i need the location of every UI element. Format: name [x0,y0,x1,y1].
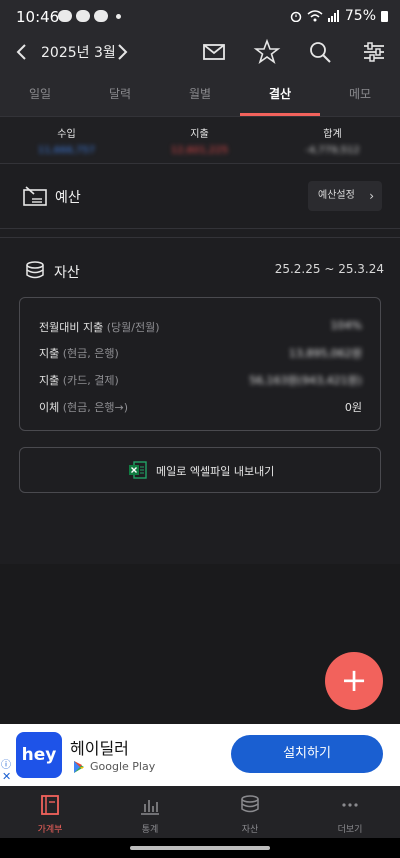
nav-assets-label: 자산 [241,825,259,835]
nav-stats[interactable]: 통계 [100,786,200,838]
bottom-navigation: 가계부 통계 자산 더보기 [0,786,400,838]
income-summary: 수입 11,666,757 [0,125,133,156]
budget-settings-label: 예산설정 [318,190,355,201]
budget-title: 예산 [55,190,81,206]
chat-notification-icon [94,10,108,22]
asset-row-expense-card: 지출 (카드, 결제) 56,163원(943,421원) [39,372,362,390]
tab-monthly[interactable]: 월별 [160,72,240,116]
status-time: 10:46 [16,8,60,26]
view-tabs: 일일 달력 월별 결산 메모 [0,72,400,116]
row-sublabel: (현금, 은행) [62,347,119,360]
tab-summary[interactable]: 결산 [240,72,320,116]
nav-stats-label: 통계 [141,825,159,835]
row-value: 104% [330,319,362,332]
ledger-book-icon [41,795,59,815]
row-label: 이체 [39,401,60,414]
row-sublabel: (카드, 결제) [62,374,119,387]
row-label: 지출 [39,374,60,387]
bar-chart-icon [141,800,159,815]
coin-stack-icon [241,795,259,813]
wifi-icon [307,10,323,22]
asset-summary-card: 전월대비 지출 (당월/전월) 104% 지출 (현금, 은행) 13,895,… [19,297,381,431]
status-bar: 10:46 75% [0,0,400,34]
expense-summary: 지출 12,601,225 [133,125,266,156]
message-notification-icon [76,10,90,22]
system-gesture-bar [0,838,400,858]
tab-memo[interactable]: 메모 [320,72,400,116]
expense-value: 12,601,225 [170,145,229,156]
ad-banner[interactable]: ⓘ ✕ hey 헤이딜러 Google Play 설치하기 [0,724,400,786]
google-play-icon [74,761,84,773]
talk-notification-icon [58,10,72,22]
next-month-chevron-icon[interactable] [110,40,134,64]
row-label: 지출 [39,347,60,360]
plus-icon: + [340,661,368,699]
row-label: 전월대비 지출 [39,321,104,334]
coin-stack-icon [26,261,44,279]
export-excel-label: 메일로 엑셀파일 내보내기 [156,465,275,478]
filter-settings-icon[interactable] [360,38,388,66]
app-header: 2025년 3월 [0,34,400,72]
nav-more-label: 더보기 [337,825,363,835]
battery-icon [381,10,388,22]
total-value: -4,779,512 [305,145,360,156]
assets-section: 자산 25.2.25 ~ 25.3.24 전월대비 지출 (당월/전월) 104… [0,237,400,564]
ad-install-button[interactable]: 설치하기 [231,735,383,773]
search-icon[interactable] [306,38,334,66]
row-value: 0원 [344,401,362,414]
tab-daily[interactable]: 일일 [0,72,80,116]
assets-date-range: 25.2.25 ~ 25.3.24 [274,262,384,276]
export-excel-button[interactable]: 메일로 엑셀파일 내보내기 [19,447,381,493]
total-label: 합계 [323,129,342,140]
expense-label: 지출 [190,129,209,140]
row-value: 56,163원(943,421원) [249,374,362,387]
home-gesture-handle[interactable] [130,846,270,850]
battery-percent: 75% [344,8,376,24]
asset-row-transfer: 이체 (현금, 은행→) 0원 [39,399,362,417]
nav-ledger-label: 가계부 [37,825,63,835]
asset-row-mom-expense: 전월대비 지출 (당월/전월) 104% [39,319,362,337]
budget-section: 예산 예산설정 › [0,165,400,229]
totals-summary: 수입 11,666,757 지출 12,601,225 합계 -4,779,51… [0,116,400,164]
excel-file-icon [129,461,147,479]
status-indicators: 75% [290,8,388,24]
alarm-icon [290,11,302,22]
ad-store-name: Google Play [90,760,156,773]
nav-ledger[interactable]: 가계부 [0,786,100,838]
prev-month-chevron-icon[interactable] [10,40,34,64]
chevron-right-icon: › [369,189,374,203]
ad-app-logo: hey [16,732,62,778]
assets-title: 자산 [54,265,80,281]
tab-calendar[interactable]: 달력 [80,72,160,116]
mail-icon[interactable] [200,38,228,66]
row-sublabel: (현금, 은행→) [62,401,129,414]
nav-assets[interactable]: 자산 [200,786,300,838]
total-summary: 합계 -4,779,512 [266,125,399,156]
asset-row-expense-cash: 지출 (현금, 은행) 13,895,062원 [39,345,362,363]
signal-icon [327,10,339,22]
more-dots-icon [342,803,358,807]
add-transaction-button[interactable]: + [325,652,383,710]
ad-info-icon[interactable]: ⓘ [1,756,11,771]
income-value: 11,666,757 [37,145,96,156]
more-notifications-dot-icon [116,14,121,19]
budget-settings-button[interactable]: 예산설정 › [308,181,382,211]
notification-icons [58,10,121,22]
budget-calculator-icon [23,186,47,206]
row-sublabel: (당월/전월) [106,321,160,334]
ad-close-icon[interactable]: ✕ [2,770,11,783]
bookmark-star-icon[interactable] [253,38,281,66]
month-label[interactable]: 2025년 3월 [41,42,116,62]
income-label: 수입 [57,129,76,140]
ad-app-name: 헤이딜러 [70,739,129,758]
nav-more[interactable]: 더보기 [300,786,400,838]
row-value: 13,895,062원 [288,347,362,360]
